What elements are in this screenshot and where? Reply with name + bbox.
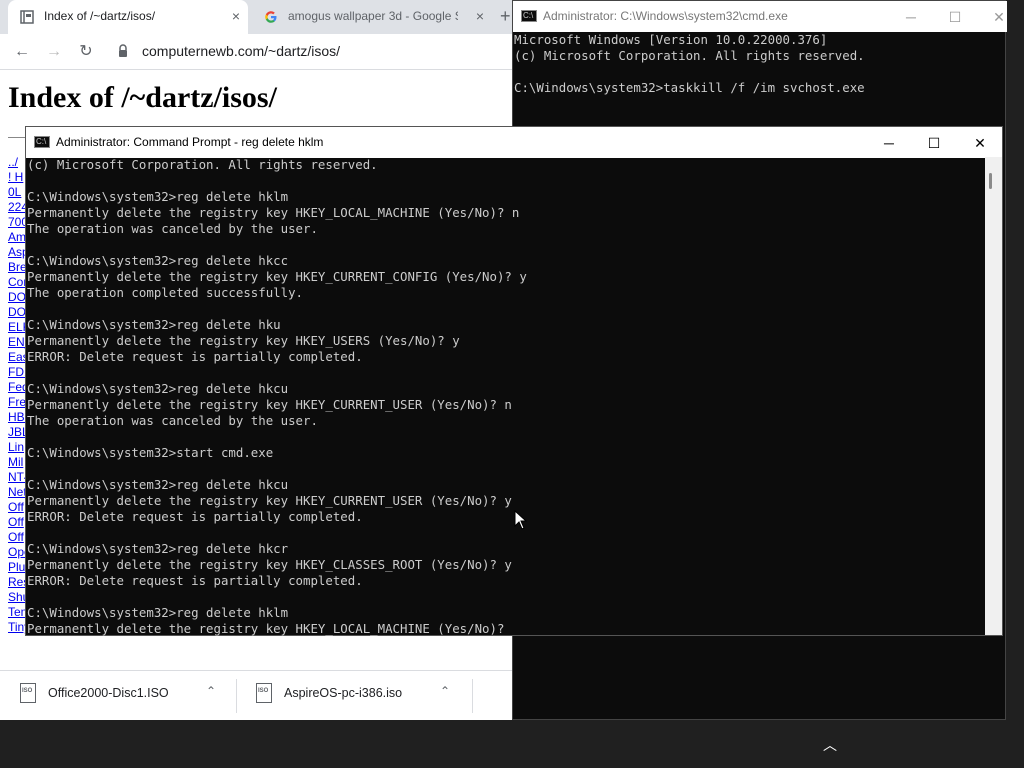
download-bar: ISO Office2000-Disc1.ISO ⌃ ISO AspireOS-… (0, 670, 514, 720)
folder-icon (20, 10, 34, 24)
forward-arrow-icon[interactable]: → (44, 42, 64, 62)
tab-label: amogus wallpaper 3d - Google S (288, 9, 458, 23)
file-link[interactable]: Fre (8, 395, 26, 410)
console-line: Microsoft Windows [Version 10.0.22000.37… (514, 32, 828, 47)
file-link[interactable]: Mil (8, 455, 23, 470)
new-tab-button[interactable]: + (500, 6, 511, 27)
console-line: ERROR: Delete request is partially compl… (27, 509, 363, 524)
address-bar[interactable]: computernewb.com/~dartz/isos/ (142, 43, 340, 59)
file-link[interactable]: Off (8, 515, 24, 530)
console-output[interactable]: (c) Microsoft Corporation. All rights re… (27, 157, 527, 637)
tray-chevron-icon[interactable]: ︿ (823, 735, 837, 755)
download-filename: Office2000-Disc1.ISO (48, 686, 169, 700)
window-title: Administrator: Command Prompt - reg dele… (56, 135, 324, 149)
console-line: C:\Windows\system32>reg delete hklm (27, 189, 289, 204)
maximize-icon[interactable]: ☐ (924, 133, 944, 153)
cmd-icon: C:\ (521, 10, 537, 22)
close-tab-icon[interactable]: × (232, 8, 240, 24)
console-line: Permanently delete the registry key HKEY… (27, 205, 520, 220)
reload-icon[interactable]: ↻ (76, 42, 96, 62)
close-tab-icon[interactable]: × (476, 8, 484, 24)
console-output[interactable]: Microsoft Windows [Version 10.0.22000.37… (514, 32, 865, 96)
console-line: C:\Windows\system32>reg delete hklm (27, 605, 289, 620)
console-line: Permanently delete the registry key HKEY… (27, 621, 505, 636)
tab-index-of-isos[interactable]: Index of /~dartz/isos/ × (8, 0, 248, 34)
back-arrow-icon[interactable]: ← (12, 42, 32, 62)
chevron-up-icon[interactable]: ⌃ (206, 684, 216, 698)
download-item[interactable]: ISO Office2000-Disc1.ISO ⌃ (0, 671, 236, 720)
file-link[interactable]: Net (8, 485, 27, 500)
file-link[interactable]: ../ (8, 155, 18, 170)
divider (472, 679, 473, 713)
tab-label: Index of /~dartz/isos/ (44, 9, 156, 23)
tab-amogus-search[interactable]: amogus wallpaper 3d - Google S × (252, 0, 492, 34)
console-line: C:\Windows\system32>reg delete hkcr (27, 541, 289, 556)
console-line: ERROR: Delete request is partially compl… (27, 349, 363, 364)
chevron-up-icon[interactable]: ⌃ (440, 684, 450, 698)
console-line: C:\Windows\system32>reg delete hkcc (27, 253, 289, 268)
minimize-icon[interactable]: ─ (879, 133, 899, 153)
file-link[interactable]: Lin (8, 440, 24, 455)
console-line: C:\Windows\system32>reg delete hkcu (27, 477, 289, 492)
console-line: Permanently delete the registry key HKEY… (27, 333, 460, 348)
console-line: The operation was canceled by the user. (27, 413, 318, 428)
minimize-icon[interactable]: ─ (901, 7, 921, 27)
mouse-cursor-icon (514, 510, 528, 530)
file-link[interactable]: 0L (8, 185, 21, 200)
cmd-window-front[interactable]: C:\ Administrator: Command Prompt - reg … (25, 126, 1003, 636)
window-title: Administrator: C:\Windows\system32\cmd.e… (543, 9, 788, 23)
iso-file-icon: ISO (20, 683, 36, 703)
console-line: (c) Microsoft Corporation. All rights re… (514, 48, 865, 63)
close-icon[interactable]: ✕ (970, 133, 990, 153)
lock-icon[interactable] (118, 44, 128, 58)
download-filename: AspireOS-pc-i386.iso (284, 686, 403, 700)
iso-file-icon: ISO (256, 683, 272, 703)
console-line: C:\Windows\system32>taskkill /f /im svch… (514, 80, 865, 95)
console-line: Permanently delete the registry key HKEY… (27, 397, 512, 412)
console-line: ERROR: Delete request is partially compl… (27, 573, 363, 588)
console-line: Permanently delete the registry key HKEY… (27, 493, 512, 508)
close-icon[interactable]: ✕ (989, 7, 1009, 27)
console-line: The operation completed successfully. (27, 285, 304, 300)
taskbar (0, 720, 1024, 768)
page-title: Index of /~dartz/isos/ (8, 81, 277, 114)
console-line: (c) Microsoft Corporation. All rights re… (27, 157, 378, 172)
cmd-icon: C:\ (34, 136, 50, 148)
console-line: C:\Windows\system32>reg delete hkcu (27, 381, 289, 396)
console-line: Permanently delete the registry key HKEY… (27, 557, 512, 572)
title-bar[interactable]: C:\ Administrator: Command Prompt - reg … (26, 127, 1002, 158)
tab-strip: Index of /~dartz/isos/ × amogus wallpape… (0, 0, 514, 34)
console-line: Permanently delete the registry key HKEY… (27, 269, 527, 284)
file-link[interactable]: Plu (8, 560, 25, 575)
title-bar[interactable]: C:\ Administrator: C:\Windows\system32\c… (513, 1, 1007, 32)
file-link[interactable]: Bre (8, 260, 27, 275)
scrollbar-thumb[interactable] (989, 173, 992, 189)
console-line: C:\Windows\system32>start cmd.exe (27, 445, 274, 460)
navigation-bar: ← → ↻ computernewb.com/~dartz/isos/ (0, 34, 514, 70)
maximize-icon[interactable]: ☐ (945, 7, 965, 27)
scrollbar[interactable] (985, 157, 1002, 635)
download-item[interactable]: ISO AspireOS-pc-i386.iso ⌃ (236, 671, 472, 720)
file-link[interactable]: Off (8, 500, 24, 515)
google-icon (265, 11, 277, 23)
console-line: C:\Windows\system32>reg delete hku (27, 317, 281, 332)
file-link[interactable]: ! H (8, 170, 23, 185)
file-link[interactable]: Off (8, 530, 24, 545)
console-line: The operation was canceled by the user. (27, 221, 318, 236)
